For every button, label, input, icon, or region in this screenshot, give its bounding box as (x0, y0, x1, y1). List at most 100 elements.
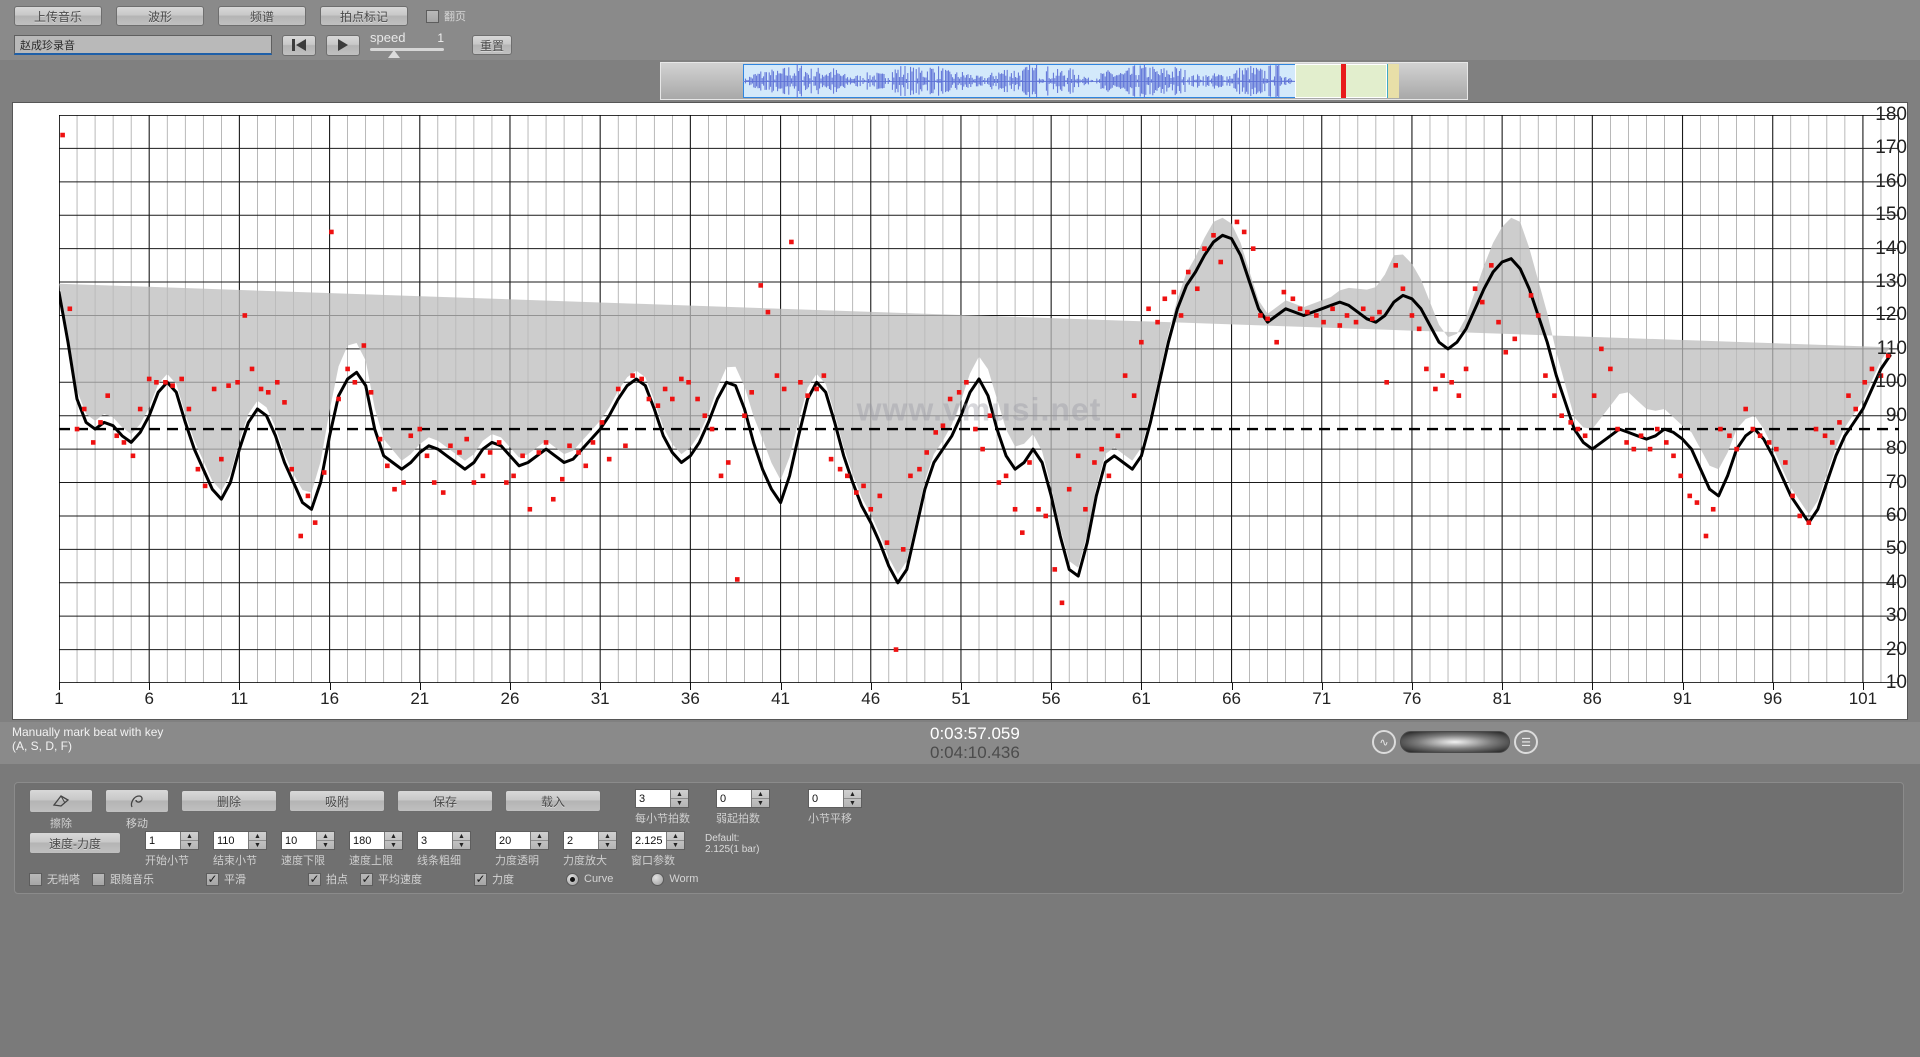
page-turn-checkbox[interactable] (426, 9, 439, 23)
dynamics-alpha-stepper[interactable]: ▲▼ (495, 831, 549, 850)
pickup-beats-stepper[interactable]: ▲▼ (716, 789, 770, 808)
end-bar-input[interactable] (214, 832, 248, 849)
beats-group[interactable]: ✓ 拍点 (308, 871, 348, 887)
stepper-down-icon[interactable]: ▼ (317, 841, 334, 849)
stepper-up-icon[interactable]: ▲ (453, 832, 470, 841)
move-button[interactable] (105, 789, 169, 813)
beats-per-bar-stepper[interactable]: ▲▼ (635, 789, 689, 808)
tempo-min-stepper[interactable]: ▲▼ (281, 831, 335, 850)
stepper-down-icon[interactable]: ▼ (249, 841, 266, 849)
no-metronome-group[interactable]: 无啪嗒 (29, 871, 80, 887)
pickup-beats-group[interactable]: ▲▼ 弱起拍数 (716, 789, 770, 826)
snap-button[interactable]: 吸附 (289, 790, 385, 812)
stepper-down-icon[interactable]: ▼ (453, 841, 470, 849)
stepper-up-icon[interactable]: ▲ (752, 790, 769, 799)
stepper-down-icon[interactable]: ▼ (671, 799, 688, 807)
window-param-group[interactable]: ▲▼ 窗口参数 (631, 831, 685, 868)
smooth-group[interactable]: ✓ 平滑 (206, 871, 246, 887)
pickup-beats-input[interactable] (717, 790, 751, 807)
rewind-to-start-button[interactable] (282, 34, 316, 56)
window-param-stepper[interactable]: ▲▼ (631, 831, 685, 850)
bar-shift-input[interactable] (809, 790, 843, 807)
beats-per-bar-group[interactable]: ▲▼ 每小节拍数 (635, 789, 690, 826)
start-bar-group[interactable]: ▲▼ 开始小节 (145, 831, 199, 868)
stepper-up-icon[interactable]: ▲ (249, 832, 266, 841)
stepper-up-icon[interactable]: ▲ (844, 790, 861, 799)
waveform-overview[interactable] (660, 62, 1468, 100)
upload-music-button[interactable]: 上传音乐 (14, 6, 102, 26)
stepper-down-icon[interactable]: ▼ (385, 841, 402, 849)
stepper-down-icon[interactable]: ▼ (531, 841, 548, 849)
speed-slider-thumb[interactable] (388, 50, 400, 58)
stepper-up-icon[interactable]: ▲ (671, 790, 688, 799)
beats-per-bar-input[interactable] (636, 790, 670, 807)
follow-music-checkbox[interactable] (92, 872, 105, 886)
eraser-tool[interactable]: 擦除 (29, 789, 93, 831)
mode-button[interactable]: 速度-力度 (29, 832, 121, 854)
dynamics-scale-group[interactable]: ▲▼ 力度放大 (563, 831, 617, 868)
beats-checkbox[interactable]: ✓ (308, 872, 321, 886)
tempo-max-stepper[interactable]: ▲▼ (349, 831, 403, 850)
save-button[interactable]: 保存 (397, 790, 493, 812)
dynamics-scale-stepper[interactable]: ▲▼ (563, 831, 617, 850)
waveform-button[interactable]: 波形 (116, 6, 204, 26)
speed-slider-track[interactable] (370, 48, 444, 51)
average-tempo-group[interactable]: ✓ 平均速度 (360, 871, 422, 887)
stepper-up-icon[interactable]: ▲ (667, 832, 684, 841)
dynamics-scale-input[interactable] (564, 832, 598, 849)
beat-mark-button[interactable]: 拍点标记 (320, 6, 408, 26)
overview-loop-end-region[interactable] (1387, 64, 1399, 98)
stepper-down-icon[interactable]: ▼ (844, 799, 861, 807)
move-tool[interactable]: 移动 (105, 789, 169, 831)
reset-button[interactable]: 重置 (472, 35, 512, 55)
dynamics-group[interactable]: ✓ 力度 (474, 871, 514, 887)
stepper-up-icon[interactable]: ▲ (599, 832, 616, 841)
spectrum-button[interactable]: 频谱 (218, 6, 306, 26)
average-tempo-checkbox[interactable]: ✓ (360, 872, 373, 886)
smooth-checkbox[interactable]: ✓ (206, 872, 219, 886)
bar-shift-group[interactable]: ▲▼ 小节平移 (808, 789, 862, 826)
no-metronome-checkbox[interactable] (29, 872, 42, 886)
stepper-down-icon[interactable]: ▼ (181, 841, 198, 849)
page-turn-checkbox-group[interactable]: 翻页 (426, 8, 466, 24)
line-width-stepper[interactable]: ▲▼ (417, 831, 471, 850)
curve-radio-group[interactable]: Curve (566, 872, 613, 886)
song-name-input[interactable] (14, 35, 272, 55)
tempo-max-input[interactable] (350, 832, 384, 849)
line-width-input[interactable] (418, 832, 452, 849)
stepper-up-icon[interactable]: ▲ (317, 832, 334, 841)
dynamics-alpha-group[interactable]: ▲▼ 力度透明 (495, 831, 549, 868)
stepper-up-icon[interactable]: ▲ (385, 832, 402, 841)
worm-radio[interactable] (651, 872, 665, 886)
stepper-down-icon[interactable]: ▼ (752, 799, 769, 807)
plot-area[interactable]: www.vmusi.net (59, 115, 1899, 683)
tempo-dynamics-chart-panel[interactable]: www.vmusi.net 180 170 160 150 140 130 120 110 10… (12, 102, 1908, 720)
eraser-button[interactable] (29, 789, 93, 813)
stepper-up-icon[interactable]: ▲ (181, 832, 198, 841)
curve-radio[interactable] (566, 872, 579, 886)
start-bar-stepper[interactable]: ▲▼ (145, 831, 199, 850)
tempo-max-group[interactable]: ▲▼ 速度上限 (349, 831, 403, 868)
line-width-group[interactable]: ▲▼ 线条粗细 (417, 831, 471, 868)
stepper-up-icon[interactable]: ▲ (531, 832, 548, 841)
end-bar-group[interactable]: ▲▼ 结束小节 (213, 831, 267, 868)
stepper-down-icon[interactable]: ▼ (667, 841, 684, 849)
worm-radio-group[interactable]: Worm (651, 872, 698, 886)
end-bar-stepper[interactable]: ▲▼ (213, 831, 267, 850)
delete-button[interactable]: 删除 (181, 790, 277, 812)
start-bar-input[interactable] (146, 832, 180, 849)
load-button[interactable]: 载入 (505, 790, 601, 812)
volume-slider-group[interactable]: ∿ ☰ (1372, 727, 1538, 757)
tempo-min-group[interactable]: ▲▼ 速度下限 (281, 831, 335, 868)
tempo-min-input[interactable] (282, 832, 316, 849)
overview-playhead[interactable] (1341, 64, 1346, 98)
bar-shift-stepper[interactable]: ▲▼ (808, 789, 862, 808)
dynamics-alpha-input[interactable] (496, 832, 530, 849)
speed-slider-group[interactable]: speed 1 (370, 30, 462, 58)
dynamics-checkbox[interactable]: ✓ (474, 872, 487, 886)
volume-slider-track[interactable] (1400, 731, 1510, 753)
follow-music-group[interactable]: 跟随音乐 (92, 871, 154, 887)
window-param-input[interactable] (632, 832, 666, 849)
stepper-down-icon[interactable]: ▼ (599, 841, 616, 849)
play-button[interactable] (326, 34, 360, 56)
